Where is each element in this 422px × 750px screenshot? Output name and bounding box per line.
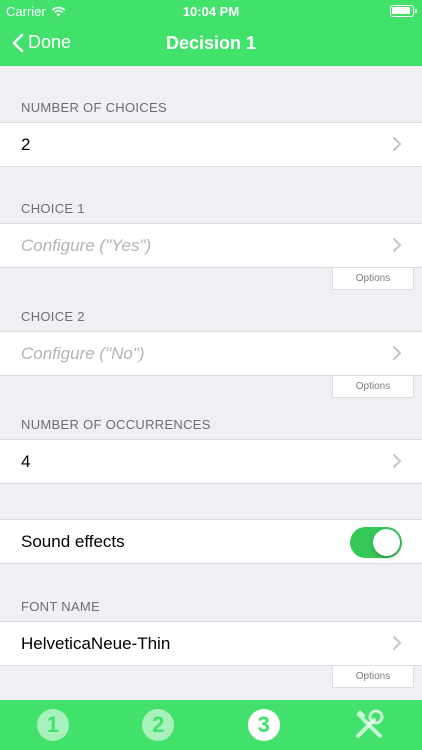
tab-tools[interactable]	[339, 700, 399, 750]
number-of-occurrences-value: 4	[21, 451, 31, 471]
font-name-options-button[interactable]: Options	[332, 665, 414, 688]
font-name-header: FONT NAME	[21, 599, 101, 614]
choice-1-cell[interactable]: Configure ("Yes")	[0, 223, 422, 268]
tab-1-badge: 1	[36, 709, 69, 741]
choice-2-header: CHOICE 2	[21, 309, 85, 324]
status-time: 10:04 PM	[182, 4, 240, 19]
chevron-right-icon	[393, 346, 402, 360]
choice-2-placeholder: Configure ("No")	[21, 343, 145, 363]
chevron-right-icon	[393, 137, 402, 151]
chevron-right-icon	[393, 238, 402, 252]
tab-3[interactable]: 3	[234, 700, 294, 750]
number-of-choices-header: NUMBER OF CHOICES	[21, 100, 167, 115]
choice-2-options-button[interactable]: Options	[332, 375, 414, 398]
number-of-choices-cell[interactable]: 2	[0, 122, 422, 167]
battery-icon	[390, 5, 417, 17]
font-name-value: HelveticaNeue-Thin	[21, 633, 171, 653]
choice-1-header: CHOICE 1	[21, 201, 85, 216]
choice-2-cell[interactable]: Configure ("No")	[0, 331, 422, 376]
choice-1-placeholder: Configure ("Yes")	[21, 235, 152, 255]
sound-effects-toggle[interactable]	[350, 527, 402, 558]
tab-2-badge: 2	[142, 709, 175, 741]
toggle-knob	[373, 529, 400, 556]
status-bar: Carrier 10:04 PM	[0, 0, 422, 22]
tab-3-badge: 3	[247, 709, 280, 741]
number-of-occurrences-header: NUMBER OF OCCURRENCES	[21, 417, 211, 432]
tools-icon	[356, 709, 384, 738]
chevron-right-icon	[393, 636, 402, 650]
tab-1[interactable]: 1	[23, 700, 83, 750]
number-of-choices-value: 2	[21, 134, 31, 154]
chevron-right-icon	[393, 454, 402, 468]
sound-effects-label: Sound effects	[21, 531, 125, 551]
font-name-cell[interactable]: HelveticaNeue-Thin	[0, 621, 422, 666]
sound-effects-cell: Sound effects	[0, 519, 422, 564]
choice-1-options-button[interactable]: Options	[332, 267, 414, 290]
tab-2[interactable]: 2	[128, 700, 188, 750]
navigation-bar: Carrier 10:04 PM Done Decision 1	[0, 0, 422, 66]
number-of-occurrences-cell[interactable]: 4	[0, 439, 422, 484]
tab-bar: 1 2 3	[0, 700, 422, 750]
page-title: Decision 1	[165, 33, 257, 53]
